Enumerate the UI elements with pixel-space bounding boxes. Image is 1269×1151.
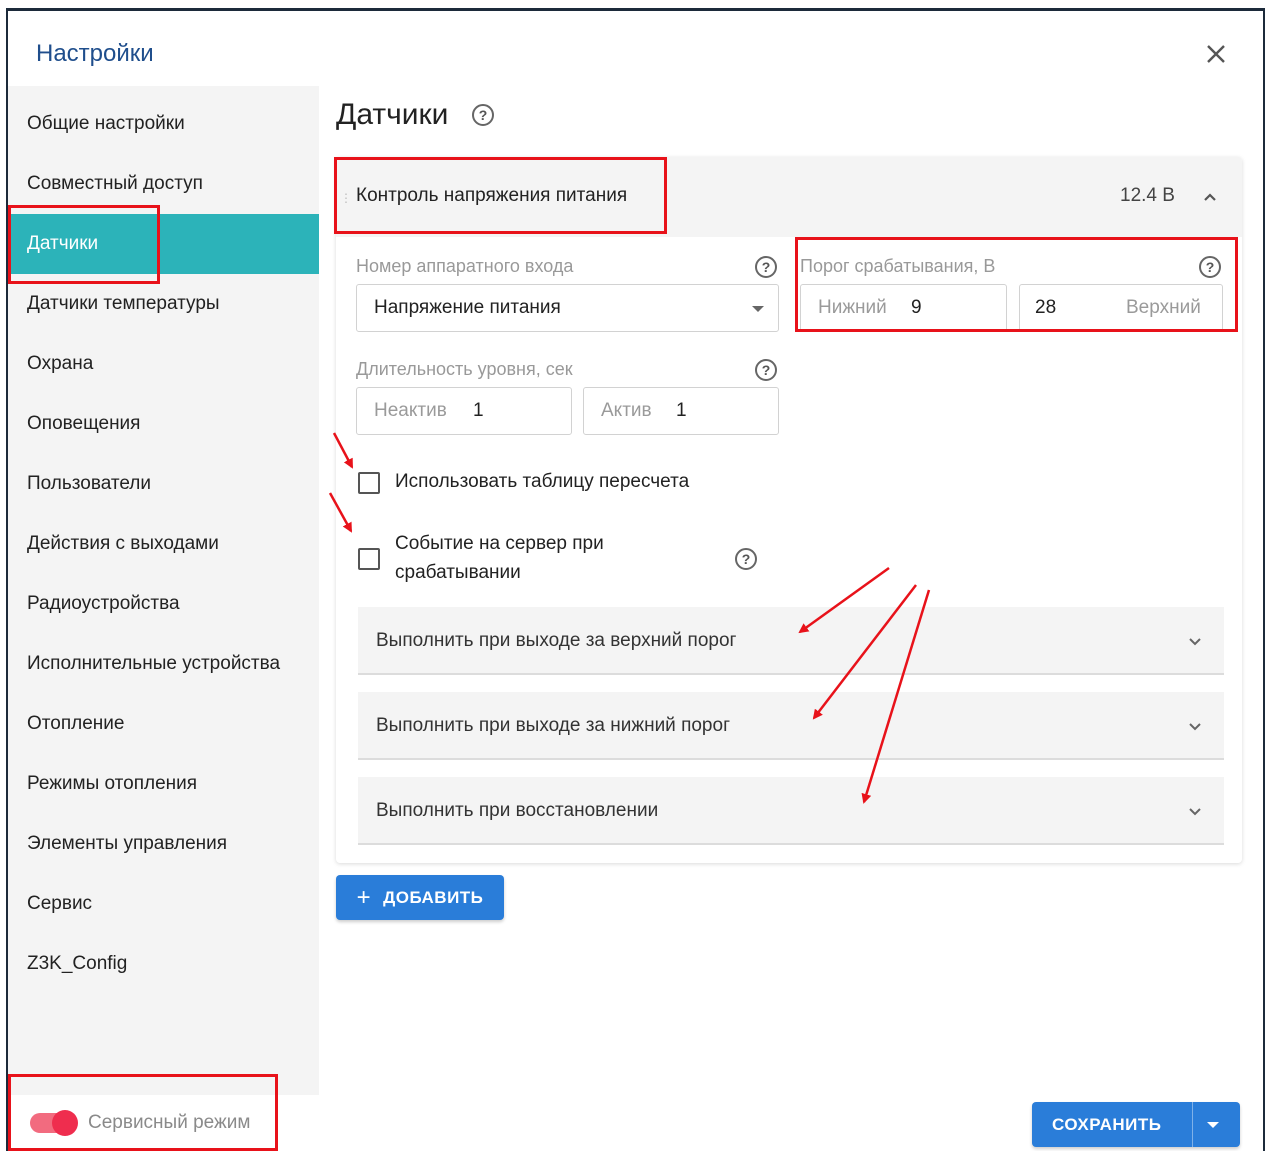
service-mode-label: Сервисный режим (88, 1112, 251, 1133)
threshold-label: Порог срабатывания, В (800, 256, 996, 276)
threshold-upper-suffix: Верхний (1126, 297, 1201, 318)
sensor-card-header[interactable]: ⋮ Контроль напряжения питания 12.4 В (336, 157, 1242, 237)
sidebar-item-heating[interactable]: Отопление (8, 694, 319, 754)
sidebar-item-notifications[interactable]: Оповещения (8, 394, 319, 454)
save-menu-arrow-icon[interactable] (1207, 1122, 1219, 1128)
chevron-up-icon[interactable] (1200, 187, 1220, 207)
chevron-down-icon (1189, 638, 1201, 646)
sidebar-item-actuators[interactable]: Исполнительные устройства (8, 634, 319, 694)
page-title: Датчики (336, 98, 449, 131)
dropdown-arrow-icon (752, 306, 764, 312)
duration-active-value: 1 (676, 400, 687, 421)
help-icon[interactable]: ? (472, 104, 494, 126)
save-button-divider (1192, 1102, 1193, 1147)
duration-label: Длительность уровня, сек (356, 359, 573, 379)
panel-lower-threshold-label: Выполнить при выходе за нижний порог (376, 715, 730, 736)
panel-restore-label: Выполнить при восстановлении (376, 800, 659, 821)
sensor-value: 12.4 В (1120, 185, 1175, 206)
plus-icon: + (356, 883, 372, 911)
sensor-title: Контроль напряжения питания (356, 185, 628, 206)
sidebar-item-heating-modes[interactable]: Режимы отопления (8, 754, 319, 814)
sidebar-item-z3k-config[interactable]: Z3K_Config (8, 934, 319, 994)
panel-upper-threshold[interactable]: Выполнить при выходе за верхний порог (358, 607, 1224, 675)
panel-lower-threshold[interactable]: Выполнить при выходе за нижний порог (358, 692, 1224, 760)
sidebar-item-controls[interactable]: Элементы управления (8, 814, 319, 874)
threshold-upper-value: 28 (1035, 297, 1057, 318)
duration-active-field[interactable]: Актив 1 (583, 387, 779, 435)
sidebar-item-users[interactable]: Пользователи (8, 454, 319, 514)
panel-restore[interactable]: Выполнить при восстановлении (358, 777, 1224, 845)
service-mode-row: Сервисный режим (8, 1095, 319, 1151)
close-icon[interactable] (1202, 40, 1230, 68)
hardware-input-label: Номер аппаратного входа (356, 256, 574, 276)
recalc-table-checkbox[interactable] (358, 472, 380, 494)
sidebar-item-output-actions[interactable]: Действия с выходами (8, 514, 319, 574)
sidebar-item-sharing[interactable]: Совместный доступ (8, 154, 319, 214)
server-event-checkbox[interactable] (358, 548, 380, 570)
add-button[interactable]: + ДОБАВИТЬ (336, 875, 504, 920)
drag-handle-icon[interactable]: ⋮ (340, 191, 352, 205)
hardware-input-value: Напряжение питания (374, 297, 561, 318)
recalc-table-label: Использовать таблицу пересчета (395, 471, 690, 492)
sidebar-item-temperature-sensors[interactable]: Датчики температуры (8, 274, 319, 334)
threshold-lower-prefix: Нижний (818, 297, 887, 318)
save-button[interactable]: СОХРАНИТЬ (1032, 1102, 1240, 1147)
duration-active-prefix: Актив (601, 400, 652, 421)
sidebar-item-service[interactable]: Сервис (8, 874, 319, 934)
sidebar-item-general[interactable]: Общие настройки (8, 94, 319, 154)
dialog-title: Настройки (36, 40, 154, 67)
sidebar-item-security[interactable]: Охрана (8, 334, 319, 394)
sidebar-item-radio-devices[interactable]: Радиоустройства (8, 574, 319, 634)
help-icon[interactable]: ? (735, 548, 757, 570)
add-button-label: ДОБАВИТЬ (383, 887, 484, 907)
server-event-label-line1: Событие на сервер при (395, 533, 604, 554)
service-mode-toggle[interactable] (30, 1110, 78, 1136)
sidebar: Общие настройки Совместный доступ Датчик… (8, 86, 319, 1151)
sensor-card: ⋮ Контроль напряжения питания 12.4 В Ном… (336, 157, 1242, 863)
help-icon[interactable]: ? (1199, 256, 1221, 278)
chevron-down-icon (1189, 808, 1201, 816)
sidebar-item-sensors[interactable]: Датчики (8, 214, 319, 274)
threshold-lower-value: 9 (911, 297, 922, 318)
save-button-label: СОХРАНИТЬ (1052, 1115, 1162, 1134)
help-icon[interactable]: ? (755, 359, 777, 381)
duration-inactive-value: 1 (473, 400, 484, 421)
duration-inactive-field[interactable]: Неактив 1 (356, 387, 572, 435)
chevron-down-icon (1189, 723, 1201, 731)
panel-upper-threshold-label: Выполнить при выходе за верхний порог (376, 630, 737, 651)
help-icon[interactable]: ? (755, 256, 777, 278)
server-event-label-line2: срабатывании (395, 562, 521, 583)
threshold-lower-field[interactable]: Нижний 9 (800, 284, 1007, 332)
duration-inactive-prefix: Неактив (374, 400, 447, 421)
toggle-knob (52, 1110, 78, 1136)
hardware-input-select[interactable]: Напряжение питания (356, 284, 779, 332)
threshold-upper-field[interactable]: 28 Верхний (1019, 284, 1223, 332)
